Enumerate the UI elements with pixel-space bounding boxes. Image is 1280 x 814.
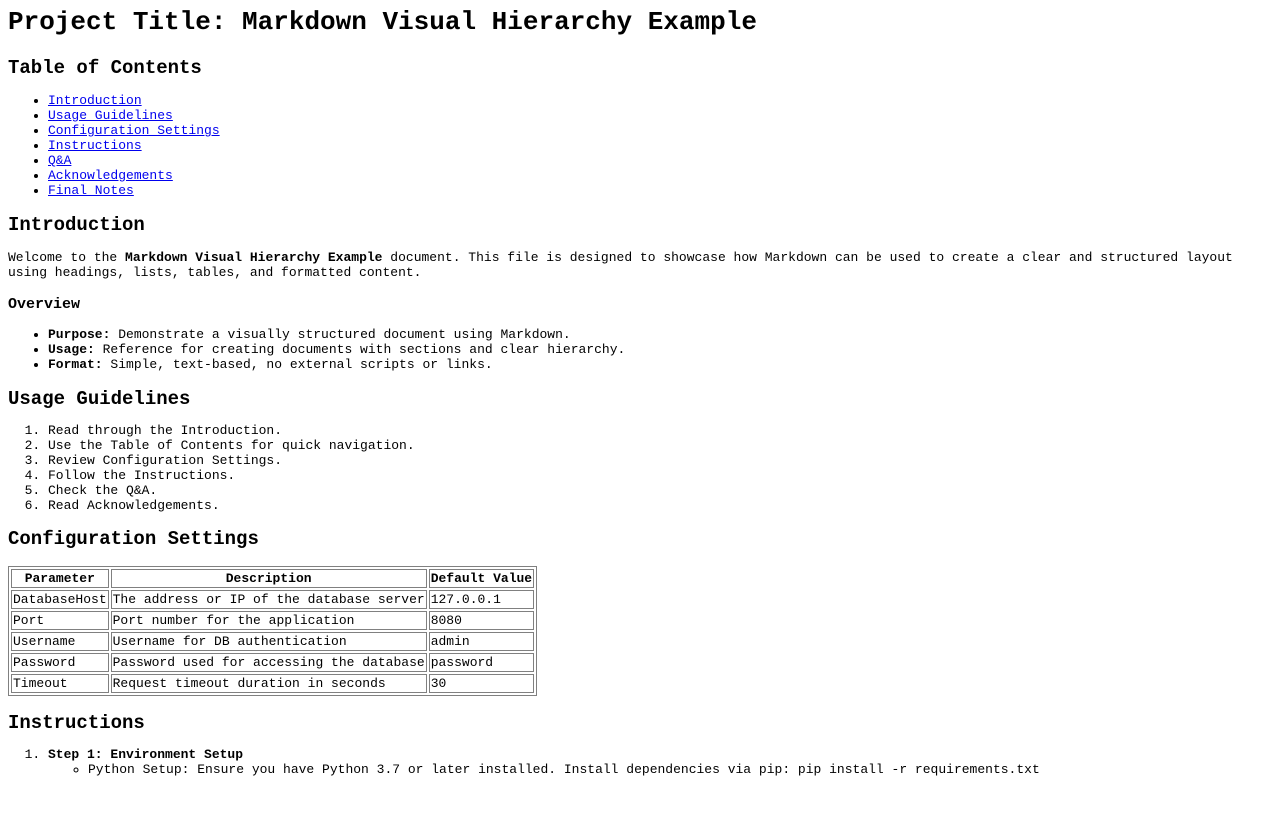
usage-guidelines-heading: Usage Guidelines	[8, 388, 191, 410]
table-row: Port Port number for the application 808…	[11, 611, 535, 630]
instructions-list: Step 1: Environment Setup Python Setup: …	[8, 747, 1272, 777]
table-row: Username Username for DB authentication …	[11, 632, 535, 651]
table-cell: Username	[11, 632, 109, 651]
usage-list: Read through the Introduction. Use the T…	[8, 423, 1272, 513]
intro-text: Welcome to the	[8, 250, 126, 265]
toc-item: Final Notes	[48, 183, 1272, 198]
list-item: Read Acknowledgements.	[48, 498, 1272, 513]
list-item: Use the Table of Contents for quick navi…	[48, 438, 1272, 453]
toc-item: Configuration Settings	[48, 123, 1272, 138]
toc-link-final-notes[interactable]: Final Notes	[48, 183, 134, 198]
configuration-heading: Configuration Settings	[8, 528, 259, 550]
overview-heading: Overview	[8, 296, 81, 313]
item-text: Reference for creating documents with se…	[94, 342, 626, 357]
table-cell: The address or IP of the database server	[110, 590, 427, 609]
toc-item: Introduction	[48, 93, 1272, 108]
item-text: Simple, text-based, no external scripts …	[102, 357, 493, 372]
table-cell: DatabaseHost	[11, 590, 109, 609]
toc-link-acknowledgements[interactable]: Acknowledgements	[48, 168, 173, 183]
item-label: Usage:	[48, 342, 95, 357]
table-header-row: Parameter Description Default Value	[11, 569, 535, 588]
toc-link-introduction[interactable]: Introduction	[48, 93, 142, 108]
list-item: Review Configuration Settings.	[48, 453, 1272, 468]
list-item: Read through the Introduction.	[48, 423, 1272, 438]
table-cell: Port	[11, 611, 109, 630]
table-cell: admin	[428, 632, 535, 651]
table-cell: Timeout	[11, 674, 109, 693]
step-title: Step 1: Environment Setup	[48, 747, 244, 762]
item-label: Format:	[48, 357, 103, 372]
table-cell: password	[428, 653, 535, 672]
toc-item: Acknowledgements	[48, 168, 1272, 183]
list-item: Check the Q&A.	[48, 483, 1272, 498]
toc-item: Q&A	[48, 153, 1272, 168]
instructions-heading: Instructions	[8, 712, 145, 734]
item-text: Demonstrate a visually structured docume…	[110, 327, 571, 342]
list-item: Purpose: Demonstrate a visually structur…	[48, 327, 1272, 342]
list-item: Usage: Reference for creating documents …	[48, 342, 1272, 357]
item-label: Purpose:	[48, 327, 111, 342]
table-cell: 30	[428, 674, 535, 693]
table-cell: Password	[11, 653, 109, 672]
introduction-paragraph: Welcome to the Markdown Visual Hierarchy…	[8, 250, 1272, 280]
list-item: Step 1: Environment Setup Python Setup: …	[48, 747, 1272, 777]
table-cell: Username for DB authentication	[110, 632, 427, 651]
page-title: Project Title: Markdown Visual Hierarchy…	[8, 7, 757, 37]
table-row: Password Password used for accessing the…	[11, 653, 535, 672]
toc-item: Instructions	[48, 138, 1272, 153]
list-item: Python Setup: Ensure you have Python 3.7…	[88, 762, 1272, 777]
column-header: Description	[110, 569, 427, 588]
table-cell: Request timeout duration in seconds	[110, 674, 427, 693]
toc-list: Introduction Usage Guidelines Configurat…	[8, 93, 1272, 198]
table-cell: Password used for accessing the database	[110, 653, 427, 672]
toc-item: Usage Guidelines	[48, 108, 1272, 123]
introduction-heading: Introduction	[8, 214, 145, 236]
config-table: Parameter Description Default Value Data…	[8, 566, 538, 696]
column-header: Parameter	[11, 569, 109, 588]
list-item: Format: Simple, text-based, no external …	[48, 357, 1272, 372]
list-item: Follow the Instructions.	[48, 468, 1272, 483]
column-header: Default Value	[428, 569, 535, 588]
table-cell: Port number for the application	[110, 611, 427, 630]
table-cell: 8080	[428, 611, 535, 630]
table-row: DatabaseHost The address or IP of the da…	[11, 590, 535, 609]
table-row: Timeout Request timeout duration in seco…	[11, 674, 535, 693]
table-cell: 127.0.0.1	[428, 590, 535, 609]
toc-link-configuration-settings[interactable]: Configuration Settings	[48, 123, 220, 138]
document: Project Title: Markdown Visual Hierarchy…	[0, 7, 1280, 777]
toc-heading: Table of Contents	[8, 57, 202, 79]
overview-list: Purpose: Demonstrate a visually structur…	[8, 327, 1272, 372]
toc-link-instructions[interactable]: Instructions	[48, 138, 142, 153]
intro-bold-text: Markdown Visual Hierarchy Example	[125, 250, 383, 265]
step-sublist: Python Setup: Ensure you have Python 3.7…	[48, 762, 1272, 777]
toc-link-qa[interactable]: Q&A	[48, 153, 71, 168]
toc-link-usage-guidelines[interactable]: Usage Guidelines	[48, 108, 173, 123]
